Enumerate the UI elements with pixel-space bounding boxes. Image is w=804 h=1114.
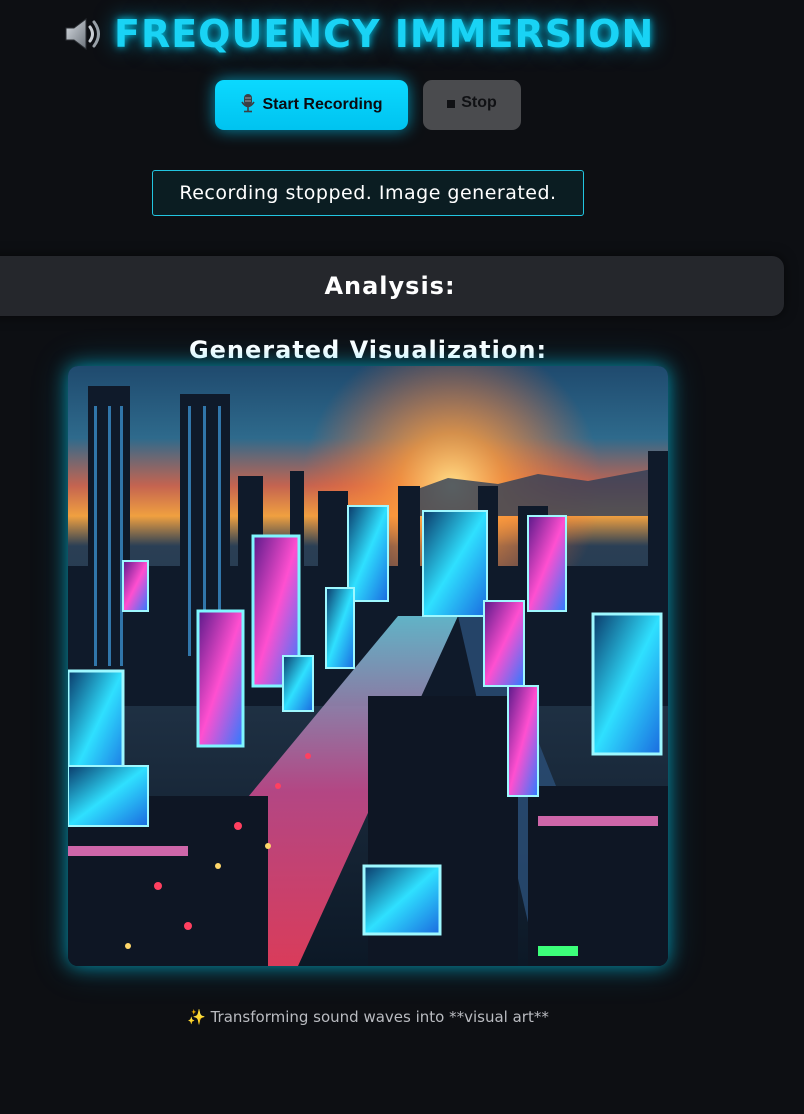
generated-visualization-image <box>68 366 668 966</box>
visualization-heading: Generated Visualization: <box>188 336 548 364</box>
analysis-panel: Analysis: <box>0 256 784 316</box>
start-recording-button[interactable]: Start Recording <box>215 80 408 130</box>
status-message: Recording stopped. Image generated. <box>152 170 584 216</box>
footer-tagline: ✨ Transforming sound waves into **visual… <box>0 1008 736 1026</box>
speaker-icon <box>60 12 104 56</box>
app-title: FREQUENCY IMMERSION <box>114 12 655 56</box>
footer-text: Transforming sound waves into **visual a… <box>210 1008 549 1026</box>
sparkles-icon: ✨ <box>187 1008 206 1026</box>
app-page: FREQUENCY IMMERSION Start Recording Stop… <box>0 0 804 1114</box>
stop-square-icon <box>447 100 456 108</box>
stop-label: Stop <box>461 94 497 111</box>
microphone-icon <box>240 93 256 118</box>
analysis-heading: Analysis: <box>324 272 456 300</box>
start-recording-label: Start Recording <box>262 96 383 113</box>
app-header: FREQUENCY IMMERSION <box>60 6 654 62</box>
stop-button[interactable]: Stop <box>423 80 521 130</box>
